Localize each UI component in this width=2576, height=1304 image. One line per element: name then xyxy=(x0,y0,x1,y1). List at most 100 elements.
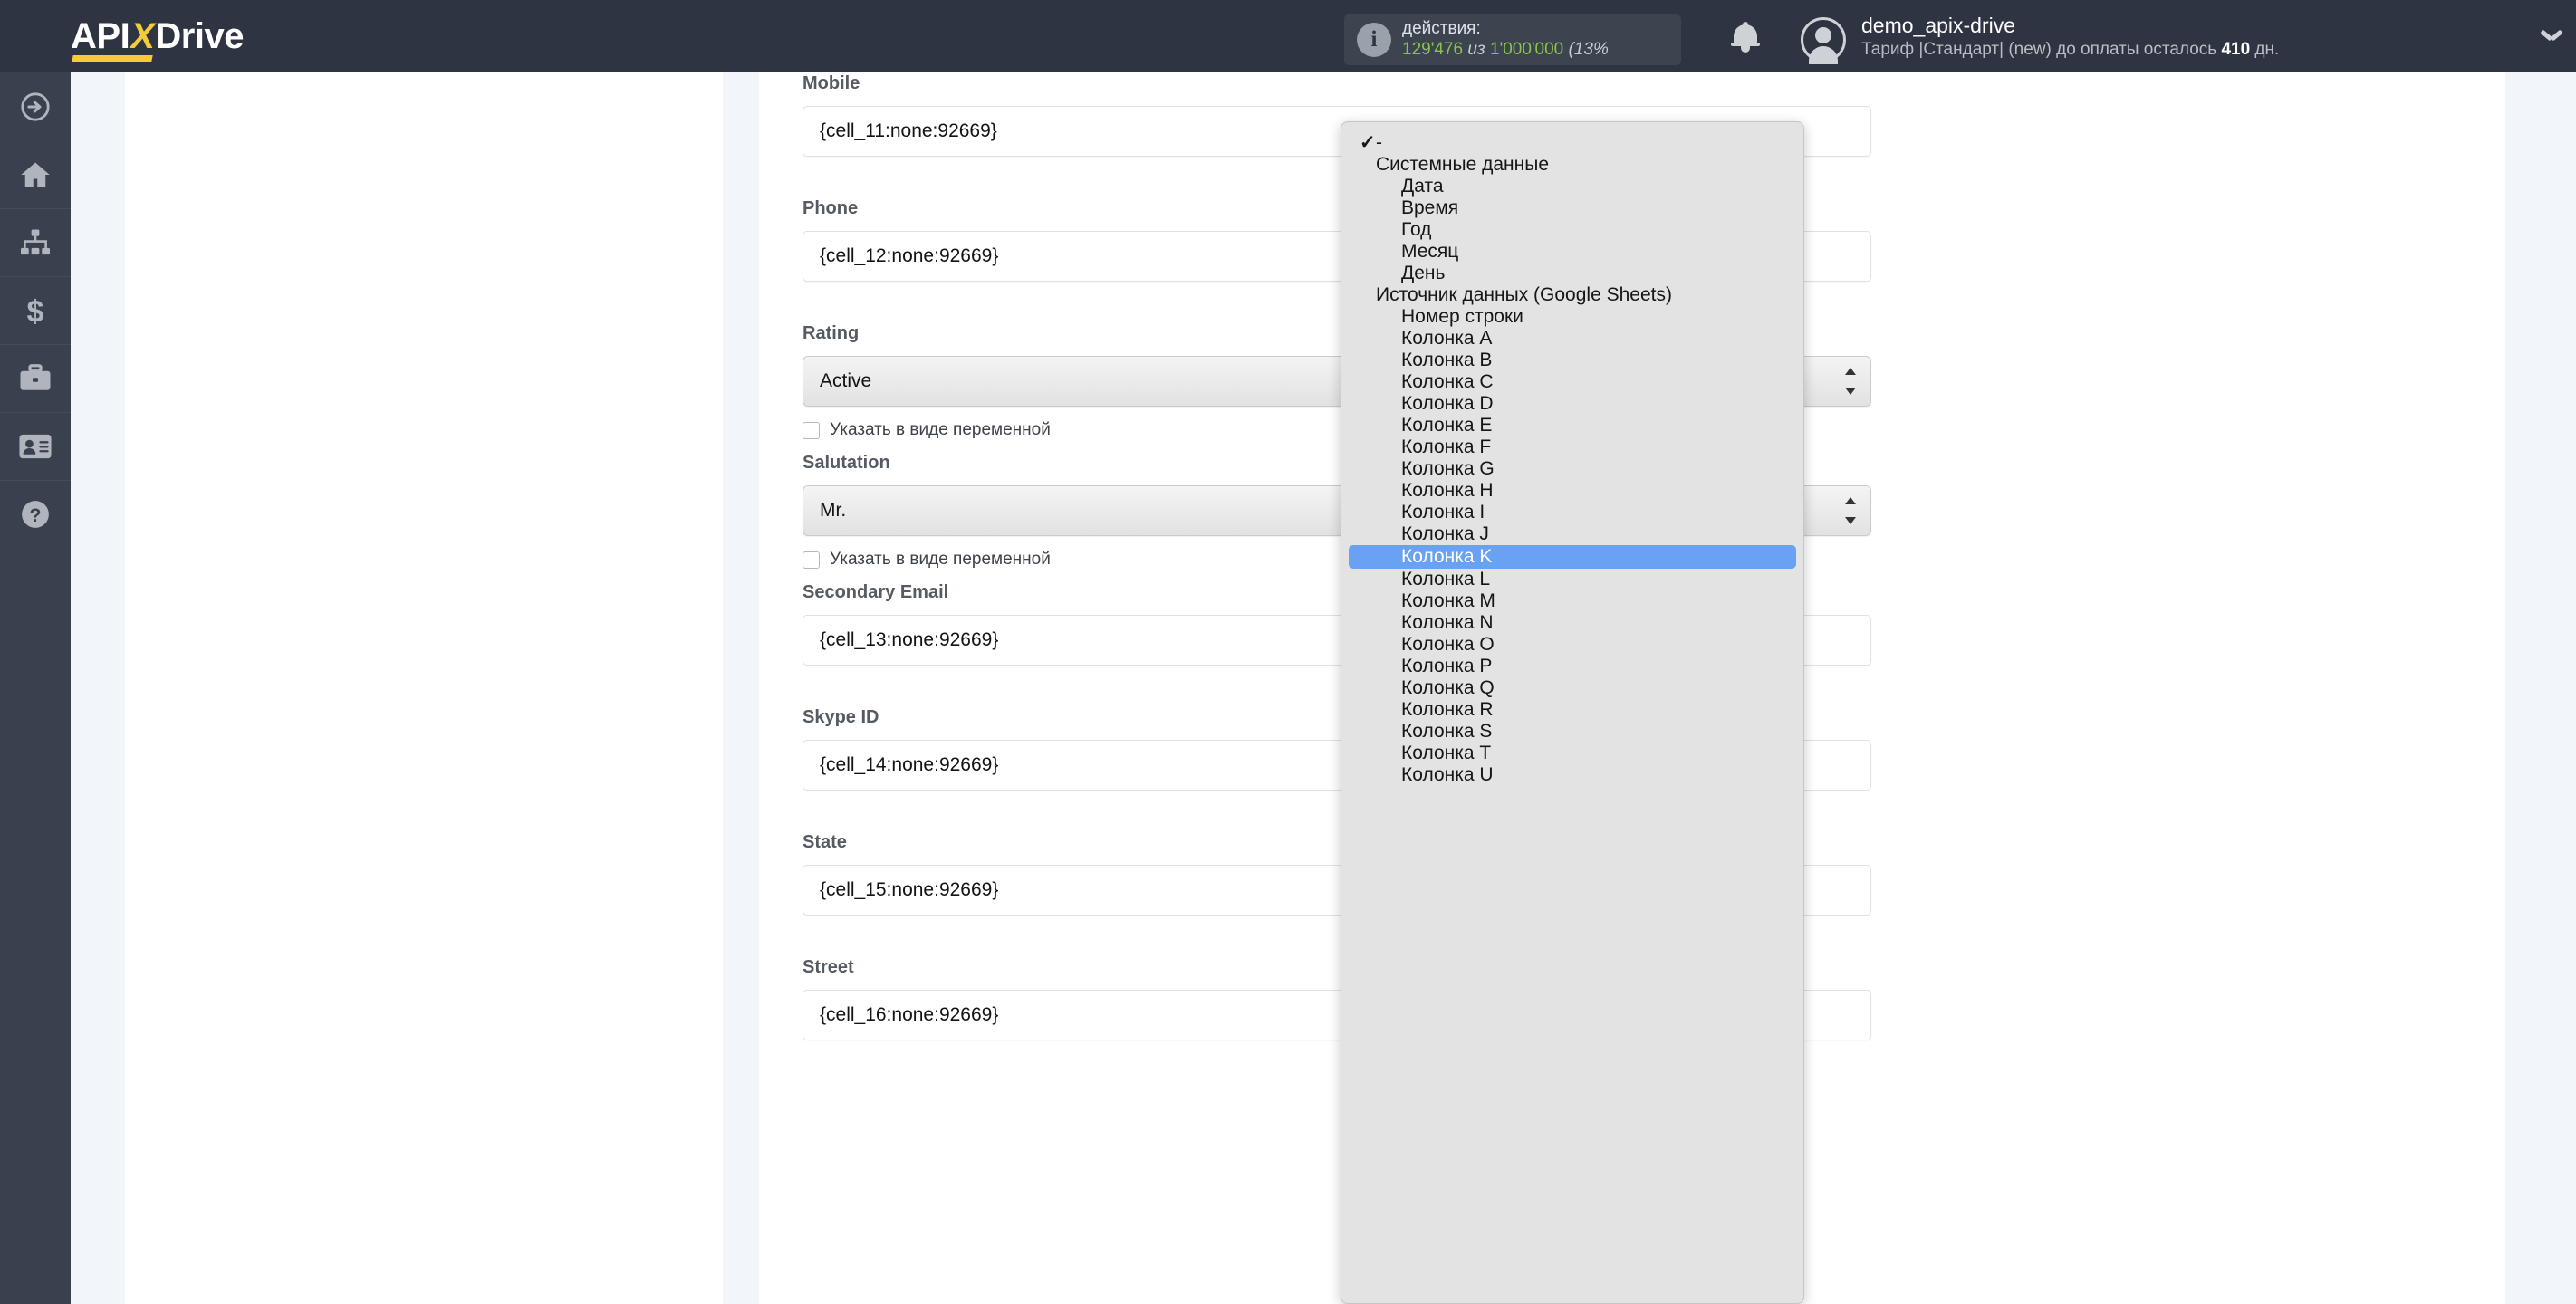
sidebar-item-help[interactable]: ? xyxy=(0,480,71,548)
dropdown-item-label: Колонка A xyxy=(1401,328,1493,349)
dropdown-item-label: Колонка Q xyxy=(1401,677,1495,698)
dropdown-item-label: Колонка O xyxy=(1401,634,1495,655)
dropdown-item[interactable]: Колонка U xyxy=(1341,764,1803,786)
dropdown-item-label: Месяц xyxy=(1401,241,1459,262)
dropdown-item-label: Колонка H xyxy=(1401,480,1494,501)
dropdown-item[interactable]: Колонка O xyxy=(1341,634,1803,656)
dropdown-item[interactable]: Месяц xyxy=(1341,241,1803,263)
dropdown-item[interactable]: Колонка A xyxy=(1341,328,1803,350)
dropdown-item-label: Колонка G xyxy=(1401,458,1495,479)
dropdown-item-label: Колонка D xyxy=(1401,393,1494,414)
dropdown-item[interactable]: Источник данных (Google Sheets) xyxy=(1341,284,1803,306)
account-plan-days: 410 xyxy=(2221,40,2251,59)
sidebar-item-home[interactable] xyxy=(0,140,71,208)
variable-select-dropdown[interactable]: ✓ - Системные данные Дата Время Год Месяц День И… xyxy=(1341,121,1804,1304)
dropdown-item[interactable]: Колонка H xyxy=(1341,480,1803,502)
sidebar-item-billing[interactable]: $ xyxy=(0,276,71,344)
select-stepper-icon xyxy=(1845,497,1857,524)
account-name: demo_apix-drive xyxy=(1861,14,2016,37)
briefcase-icon xyxy=(20,364,51,390)
dropdown-item-label: Колонка C xyxy=(1401,371,1494,392)
dropdown-item-label: Колонка L xyxy=(1401,569,1491,590)
dropdown-item-label: Колонка B xyxy=(1401,350,1493,370)
dropdown-item[interactable]: Колонка T xyxy=(1341,743,1803,764)
dropdown-item[interactable]: Колонка J xyxy=(1341,523,1803,545)
dropdown-item[interactable]: Колонка I xyxy=(1341,502,1803,523)
salutation-variable-checkbox[interactable] xyxy=(803,551,820,569)
dropdown-item[interactable]: Колонка S xyxy=(1341,721,1803,743)
dropdown-item[interactable]: ✓ - xyxy=(1341,132,1803,154)
usage-used: 129'476 xyxy=(1402,40,1464,59)
chevron-down-icon[interactable] xyxy=(2542,29,2562,40)
dropdown-item[interactable]: Колонка D xyxy=(1341,393,1803,415)
field-label: Mobile xyxy=(803,73,860,93)
logo-text-x: X xyxy=(130,16,155,56)
dropdown-item[interactable]: Колонка G xyxy=(1341,458,1803,480)
account-plan-suffix: дн. xyxy=(2250,40,2280,59)
dollar-icon: $ xyxy=(27,295,44,326)
dropdown-item-label: Колонка I xyxy=(1401,502,1485,523)
dropdown-item[interactable]: Дата xyxy=(1341,176,1803,197)
account-plan-prefix: Тариф |Стандарт| (new) до оплаты осталос… xyxy=(1861,40,2222,59)
usage-text: действия: 129'476 из 1'000'000 (13% xyxy=(1402,19,1609,61)
dropdown-item-label: Источник данных (Google Sheets) xyxy=(1376,284,1672,305)
left-panel-card xyxy=(125,72,723,1304)
dropdown-item[interactable]: День xyxy=(1341,263,1803,284)
dropdown-item-label: Колонка S xyxy=(1401,721,1493,742)
dropdown-item[interactable]: Колонка N xyxy=(1341,612,1803,634)
dropdown-item-label: Колонка R xyxy=(1401,699,1494,720)
dropdown-item-selected[interactable]: Колонка K xyxy=(1349,545,1796,569)
dropdown-item[interactable]: Колонка E xyxy=(1341,415,1803,436)
apixdrive-logo[interactable]: APIXDrive xyxy=(71,16,244,62)
logo-underline xyxy=(72,55,153,62)
logo-text-drive: Drive xyxy=(155,16,244,56)
sidebar-item-connections[interactable] xyxy=(0,72,71,140)
dropdown-item-label: Дата xyxy=(1401,176,1444,197)
rating-variable-checkbox[interactable] xyxy=(803,421,820,439)
dropdown-item[interactable]: Колонка R xyxy=(1341,699,1803,721)
logo-text-api: API xyxy=(71,16,130,56)
dropdown-item-label: - xyxy=(1376,132,1382,153)
arrow-right-circle-icon xyxy=(21,91,50,121)
dropdown-item[interactable]: Колонка Q xyxy=(1341,677,1803,699)
id-card-icon xyxy=(19,434,52,459)
checkbox-label: Указать в виде переменной xyxy=(830,420,1051,439)
sidebar-item-business[interactable] xyxy=(0,344,71,412)
dropdown-item-label: Колонка N xyxy=(1401,612,1494,633)
top-header: APIXDrive i действия: 129'476 из 1'000'0… xyxy=(0,0,2576,72)
dropdown-item-label: Номер строки xyxy=(1401,306,1523,327)
dropdown-item-label: Системные данные xyxy=(1376,154,1549,175)
dropdown-item-label: День xyxy=(1401,263,1446,283)
user-avatar-icon[interactable] xyxy=(1801,17,1846,64)
dropdown-item[interactable]: Колонка F xyxy=(1341,436,1803,458)
svg-text:$: $ xyxy=(27,295,44,326)
question-circle-icon: ? xyxy=(22,501,49,528)
account-plan: Тариф |Стандарт| (new) до оплаты осталос… xyxy=(1861,38,2279,61)
usage-middle-word: из xyxy=(1467,40,1485,59)
select-stepper-icon xyxy=(1845,368,1857,395)
sidebar-item-structure[interactable] xyxy=(0,208,71,276)
sidebar-item-account[interactable] xyxy=(0,412,71,480)
info-icon: i xyxy=(1357,23,1391,57)
dropdown-item-label: Колонка M xyxy=(1401,590,1495,611)
dropdown-item[interactable]: Колонка C xyxy=(1341,371,1803,393)
dropdown-item[interactable]: Год xyxy=(1341,219,1803,241)
dropdown-item[interactable]: Колонка P xyxy=(1341,656,1803,677)
dropdown-item[interactable]: Время xyxy=(1341,197,1803,219)
dropdown-item-label: Колонка F xyxy=(1401,436,1492,457)
usage-label: действия: xyxy=(1402,19,1481,38)
account-info[interactable]: demo_apix-drive Тариф |Стандарт| (new) д… xyxy=(1861,13,2279,61)
usage-numbers: 129'476 из 1'000'000 (13% xyxy=(1402,39,1609,61)
dropdown-item[interactable]: Системные данные xyxy=(1341,154,1803,176)
usage-total: 1'000'000 xyxy=(1490,40,1564,59)
bell-icon[interactable] xyxy=(1730,22,1761,54)
usage-badge[interactable]: i действия: 129'476 из 1'000'000 (13% xyxy=(1344,14,1681,65)
dropdown-item[interactable]: Номер строки xyxy=(1341,306,1803,328)
dropdown-item[interactable]: Колонка M xyxy=(1341,590,1803,612)
dropdown-item[interactable]: Колонка L xyxy=(1341,569,1803,590)
checkbox-label: Указать в виде переменной xyxy=(830,550,1051,569)
dropdown-item-label: Колонка P xyxy=(1401,656,1493,676)
dropdown-item[interactable]: Колонка B xyxy=(1341,350,1803,371)
sitemap-icon xyxy=(21,229,50,255)
dropdown-item-label: Колонка K xyxy=(1401,546,1493,567)
